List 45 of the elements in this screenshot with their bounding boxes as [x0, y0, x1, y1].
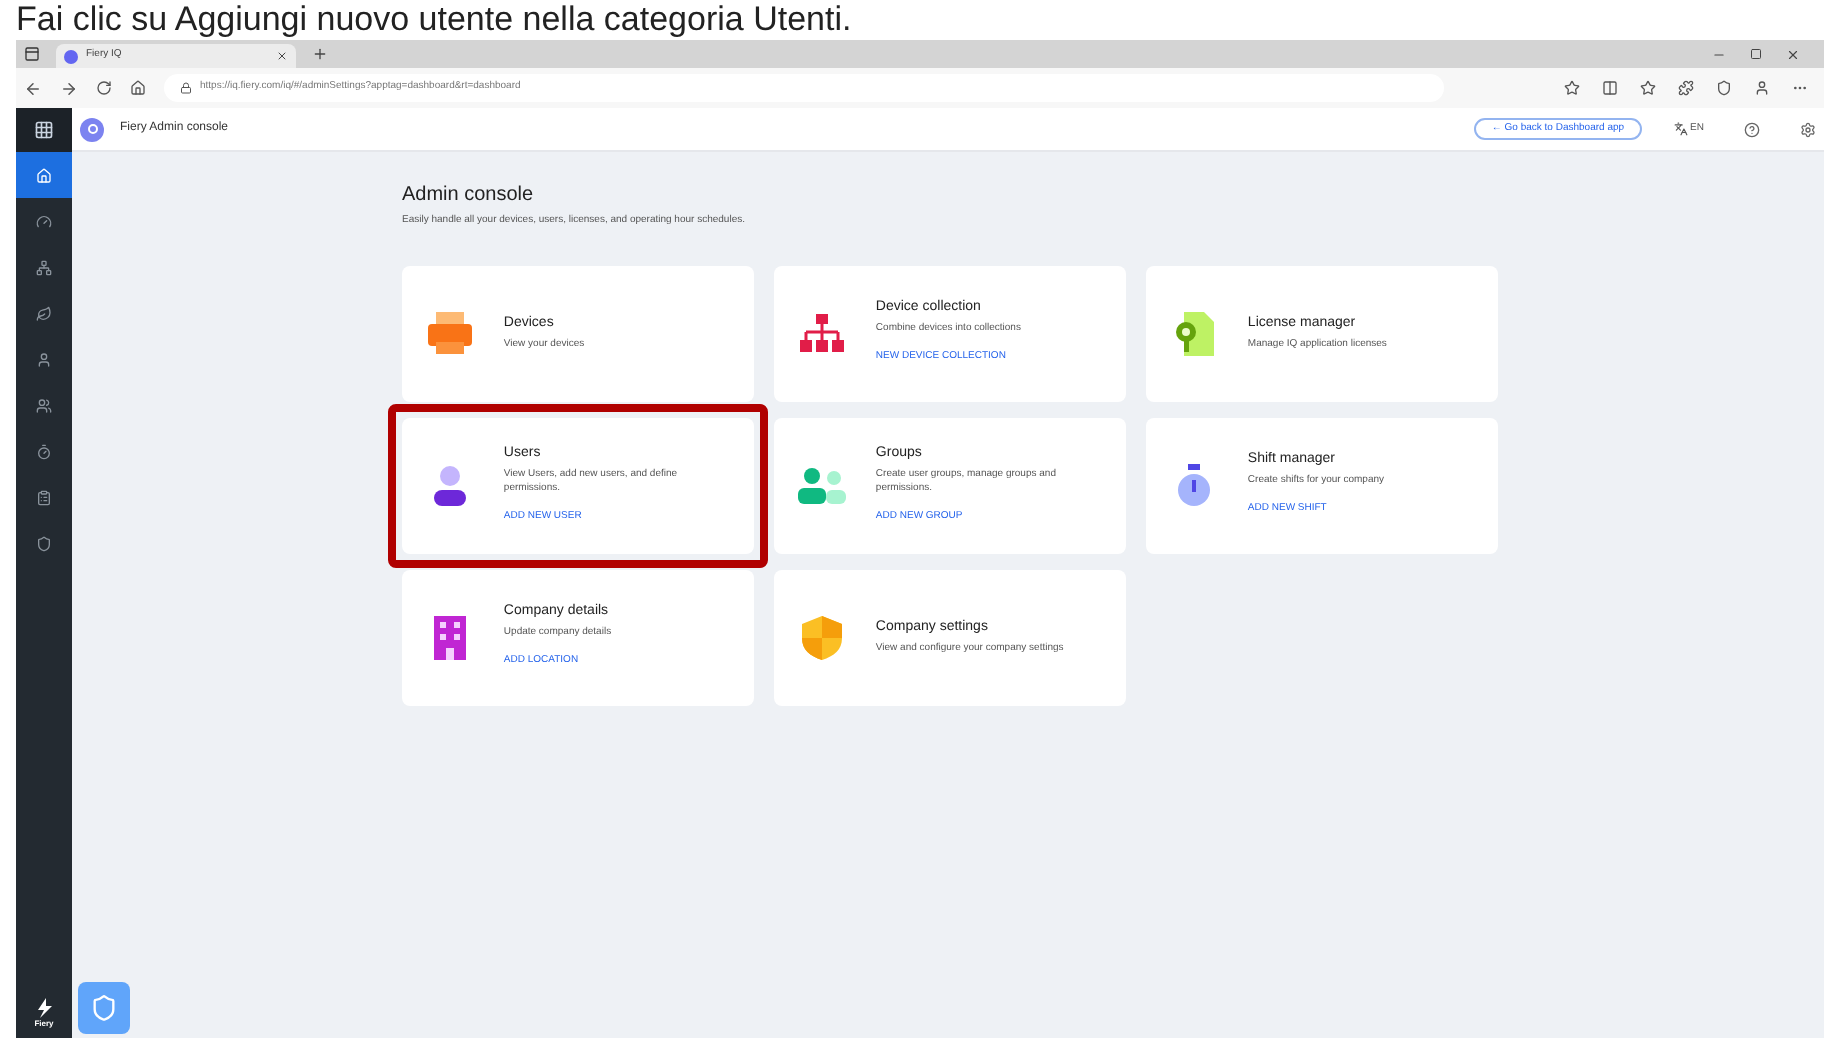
maximize-icon[interactable] — [1750, 47, 1762, 59]
shield-icon — [36, 535, 52, 551]
hierarchy-icon — [798, 313, 847, 353]
lock-icon — [180, 82, 192, 94]
close-window-icon[interactable] — [1786, 47, 1800, 61]
apps-button[interactable] — [16, 108, 72, 152]
new-tab-icon[interactable] — [312, 46, 328, 62]
users-icon — [36, 397, 52, 413]
stopwatch-icon — [36, 443, 52, 459]
network-icon — [36, 259, 52, 275]
group-icon — [798, 467, 847, 503]
home-icon — [36, 167, 52, 183]
language-icon — [1674, 122, 1689, 136]
gauge-icon — [36, 213, 52, 229]
leaf-icon — [36, 305, 52, 321]
close-icon[interactable] — [276, 50, 288, 62]
favorites-icon[interactable] — [1640, 80, 1656, 96]
page-title: Admin console — [402, 184, 536, 208]
back-icon[interactable] — [24, 79, 42, 97]
instruction-text: Fai clic su Aggiungi nuovo utente nella categoria Utenti. — [14, 0, 854, 40]
user-icon — [432, 465, 469, 505]
logo-icon — [36, 998, 52, 1018]
building-icon — [434, 615, 467, 659]
tab-actions-icon[interactable] — [24, 46, 40, 62]
split-view-icon[interactable] — [1602, 80, 1618, 96]
license-icon — [1174, 311, 1215, 355]
settings-icon[interactable] — [1800, 121, 1816, 137]
app-logo-icon — [80, 117, 104, 141]
reload-icon[interactable] — [96, 80, 112, 96]
user-icon — [36, 351, 52, 367]
favicon-icon — [64, 49, 78, 63]
stopwatch-icon — [1176, 463, 1213, 507]
shield-icon[interactable] — [1716, 80, 1732, 96]
clipboard-icon — [36, 489, 52, 505]
forward-icon[interactable] — [60, 79, 78, 97]
grid-icon — [34, 120, 54, 140]
shield-icon — [90, 994, 118, 1022]
shield-icon — [802, 615, 843, 659]
profile-icon[interactable] — [1754, 80, 1770, 96]
printer-icon — [426, 311, 475, 355]
home-icon[interactable] — [130, 80, 146, 96]
help-icon[interactable] — [1744, 121, 1760, 137]
support-button[interactable] — [78, 982, 130, 1034]
favorite-icon[interactable] — [1564, 80, 1580, 96]
extensions-icon[interactable] — [1678, 80, 1694, 96]
